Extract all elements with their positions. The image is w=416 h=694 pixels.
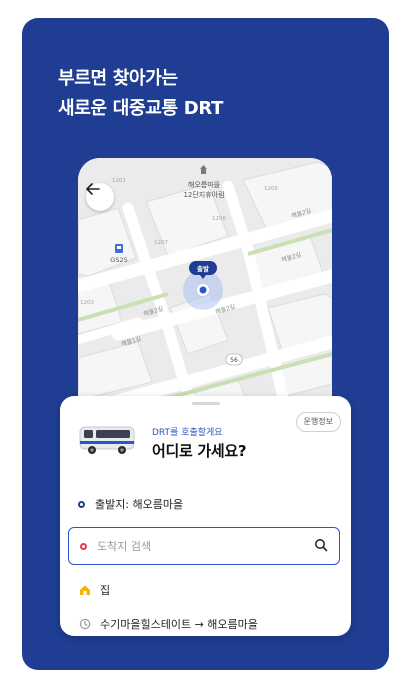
prompt-title: 어디로 가세요?	[152, 442, 247, 460]
search-icon[interactable]	[314, 538, 328, 552]
pickup-dot	[199, 286, 207, 294]
back-button[interactable]	[86, 183, 114, 211]
home-icon	[78, 583, 92, 597]
pickup-marker-label: 출발	[197, 264, 209, 273]
destination-search-input[interactable]: 도착지 검색	[68, 527, 340, 565]
origin-row[interactable]: 출발지: 해오름마을	[78, 496, 183, 512]
recent-route-label: 수기마을힐스테이트 → 해오름마을	[100, 618, 258, 631]
prompt-subtitle: DRT를 호출할게요	[152, 428, 223, 438]
building-number: 1207	[154, 240, 168, 246]
origin-label: 출발지: 해오름마을	[95, 498, 184, 511]
promo-headline: 부르면 찾아가는 새로운 대중교통 DRT	[58, 64, 223, 124]
poi-sub: 12단지휴아림	[183, 190, 224, 199]
saved-place-label: 집	[100, 584, 111, 597]
origin-dot-icon	[78, 500, 85, 508]
service-info-button[interactable]: 운행정보	[295, 412, 341, 432]
building-number: 1202	[80, 300, 94, 306]
history-icon	[78, 617, 92, 631]
saved-place-home[interactable]: 집	[78, 582, 110, 598]
destination-dot-icon	[80, 542, 87, 550]
recent-route-item[interactable]: 수기마을힐스테이트 → 해오름마을	[78, 616, 258, 632]
gas-station-label: GS25	[110, 256, 127, 264]
bus-icon	[79, 426, 135, 454]
route-badge-label: 56	[230, 357, 238, 364]
poi-name: 해오름마을	[188, 180, 221, 189]
gas-station-icon	[115, 244, 123, 253]
building-number: 1205	[264, 186, 278, 192]
building-number: 1201	[112, 178, 126, 184]
call-bottom-sheet: 운행정보 DRT를 호출할게요 어디로 가세요? 출발지: 해오름마을 도착지 …	[60, 396, 351, 636]
building-number: 1206	[212, 216, 226, 222]
headline-line-2: 새로운 대중교통 DRT	[58, 98, 224, 119]
headline-line-1: 부르면 찾아가는	[58, 68, 178, 89]
arrow-left-icon	[86, 183, 100, 195]
promo-card: 부르면 찾아가는 새로운 대중교통 DRT 해올2길 해올2길 해올2길 해올1…	[22, 18, 389, 670]
sheet-handle[interactable]	[192, 402, 220, 405]
destination-placeholder: 도착지 검색	[97, 540, 152, 553]
